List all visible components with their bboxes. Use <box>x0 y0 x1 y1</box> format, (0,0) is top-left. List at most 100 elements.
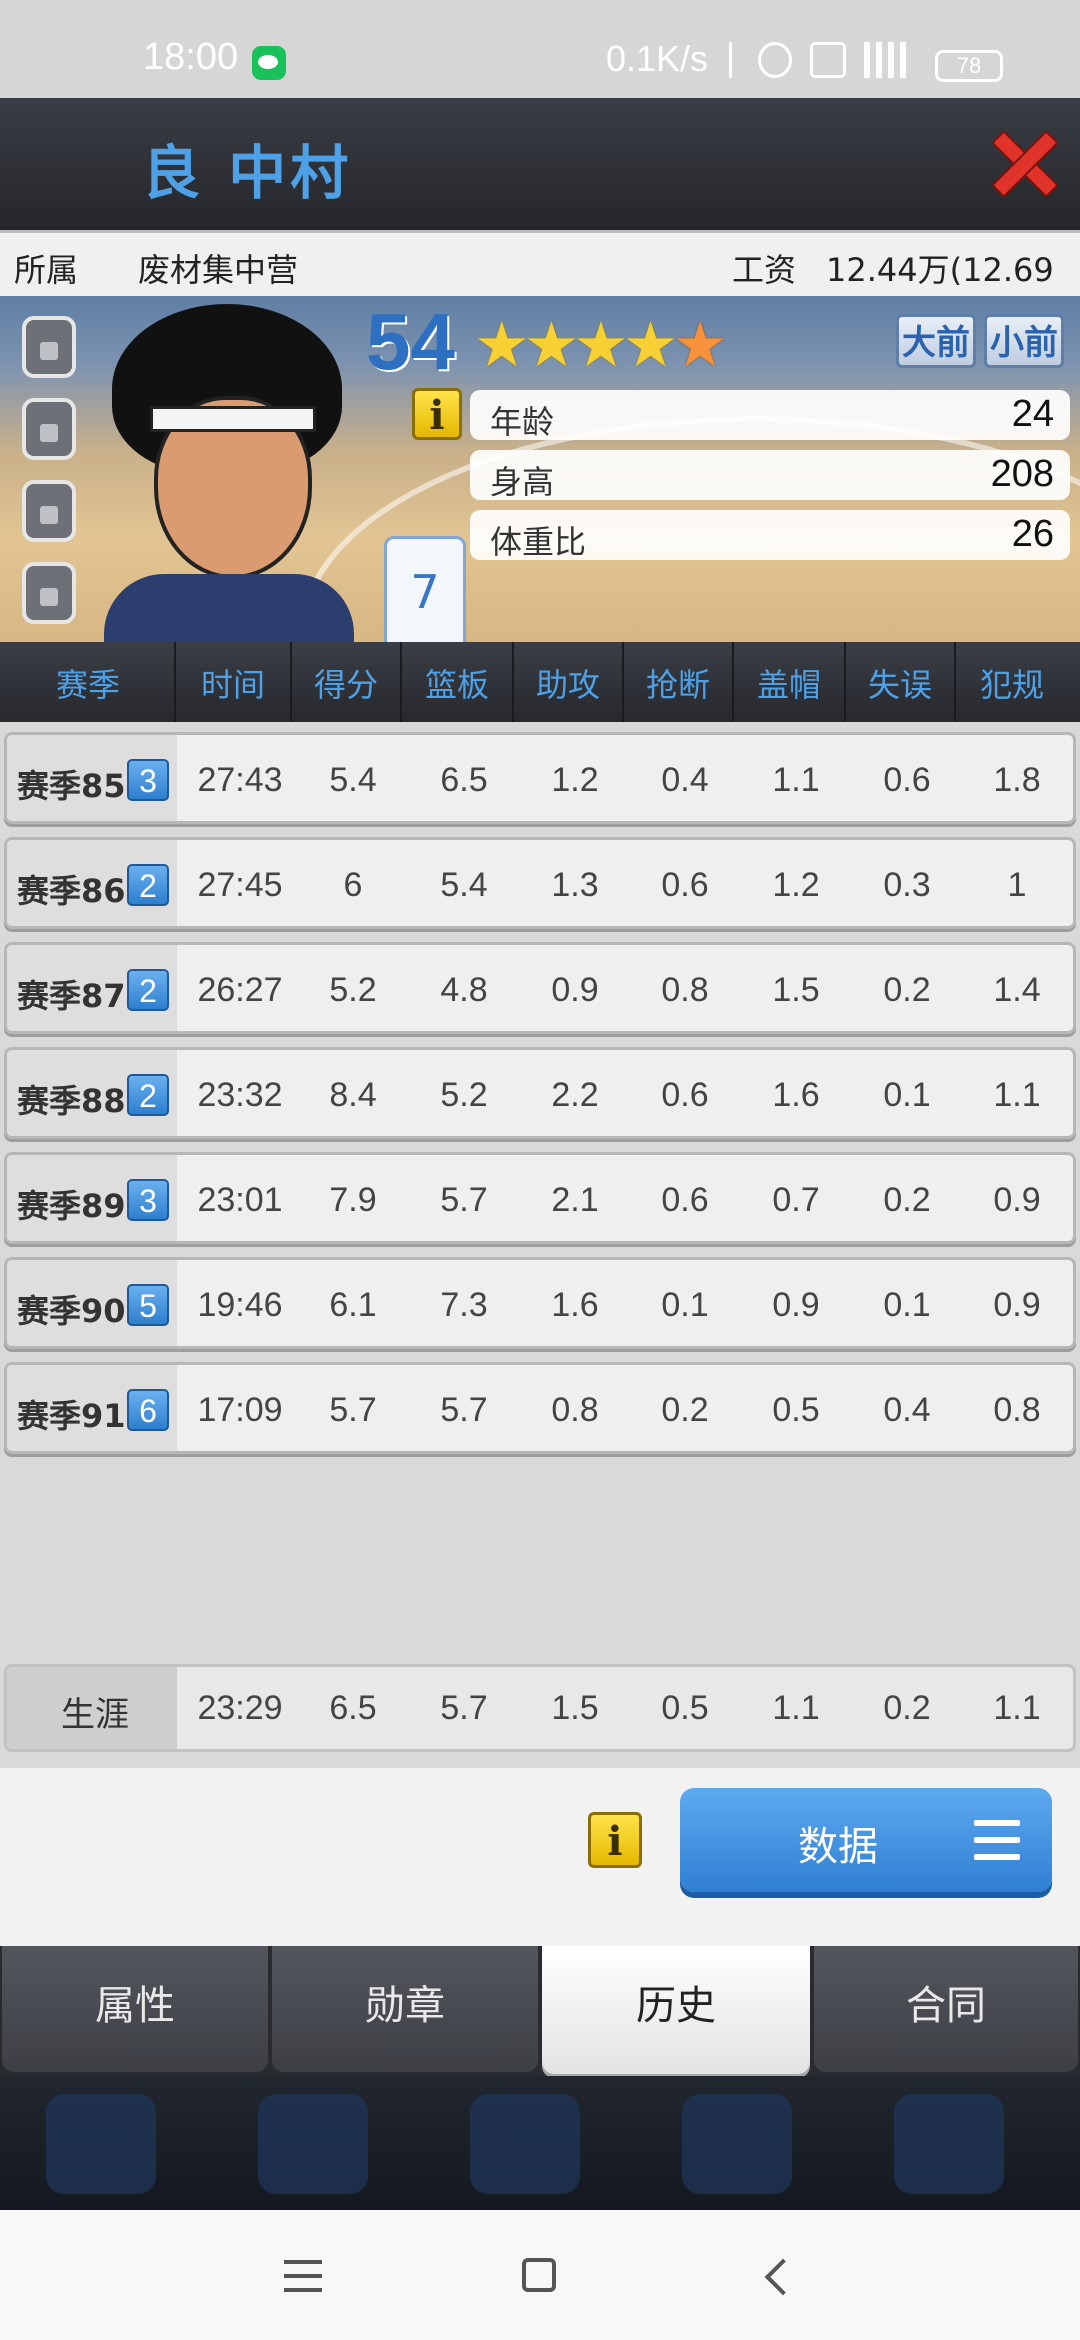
stat-time: 19:46 <box>197 1286 283 1324</box>
info-icon[interactable]: i <box>588 1812 642 1868</box>
back-icon[interactable] <box>764 2258 802 2296</box>
salary-label: 工资 <box>732 251 797 289</box>
header-bar: 良 中村 <box>0 98 1080 230</box>
stat-rebounds: 7.3 <box>440 1286 488 1324</box>
table-row[interactable]: 赛季90 5 19:46 6.1 7.3 1.6 0.1 0.9 0.1 0.9 <box>4 1257 1076 1349</box>
season-label: 赛季91 <box>17 1397 126 1435</box>
table-row[interactable]: 赛季86 2 27:45 6 5.4 1.3 0.6 1.2 0.3 1 <box>4 837 1076 929</box>
stat-steals: 0.6 <box>661 866 709 904</box>
signal-icon <box>864 42 908 78</box>
stat-rebounds: 5.7 <box>440 1391 488 1429</box>
table-row[interactable]: 赛季88 2 23:32 8.4 5.2 2.2 0.6 1.6 0.1 1.1 <box>4 1047 1076 1139</box>
stat-assists: 2.1 <box>551 1181 599 1219</box>
player-name: 良 中村 <box>142 139 353 207</box>
stat-blocks: 1.1 <box>772 761 820 799</box>
attr-value: 26 <box>1011 513 1054 555</box>
alarm-icon <box>758 42 792 78</box>
stat-points: 6 <box>343 866 363 904</box>
stat-time: 17:09 <box>197 1391 283 1429</box>
career-blocks: 1.1 <box>772 1689 820 1727</box>
hd-icon <box>810 42 846 78</box>
season-badge: 3 <box>127 759 169 801</box>
season-badge: 2 <box>127 1074 169 1116</box>
wechat-icon <box>252 46 286 80</box>
stat-turnovers: 0.3 <box>883 866 931 904</box>
stat-assists: 0.9 <box>551 971 599 1009</box>
season-label: 赛季87 <box>17 977 126 1015</box>
lock-icon[interactable] <box>22 398 76 460</box>
stat-assists: 1.3 <box>551 866 599 904</box>
career-steals: 0.5 <box>661 1689 709 1727</box>
player-card: 7 54 ★★★★★ 大前 小前 i 年龄 24 身高 208 体重比 26 <box>0 296 1080 642</box>
stat-points: 7.9 <box>329 1181 377 1219</box>
stat-assists: 1.2 <box>551 761 599 799</box>
stat-fouls: 1.8 <box>993 761 1041 799</box>
table-row[interactable]: 赛季87 2 26:27 5.2 4.8 0.9 0.8 1.5 0.2 1.4 <box>4 942 1076 1034</box>
stat-fouls: 1.4 <box>993 971 1041 1009</box>
attr-row-height: 身高 208 <box>470 450 1070 501</box>
stat-time: 23:32 <box>197 1076 283 1114</box>
menu-icon <box>974 1820 1020 1860</box>
stat-fouls: 1 <box>1007 866 1027 904</box>
tab-badges[interactable]: 勋章 <box>272 1946 538 2072</box>
stat-blocks: 1.5 <box>772 971 820 1009</box>
stat-turnovers: 0.1 <box>883 1076 931 1114</box>
season-label: 赛季89 <box>17 1187 126 1225</box>
lock-icon[interactable] <box>22 316 76 378</box>
position-button-sf[interactable]: 小前 <box>984 314 1064 368</box>
stat-steals: 0.4 <box>661 761 709 799</box>
stat-assists: 2.2 <box>551 1076 599 1114</box>
stat-steals: 0.1 <box>661 1286 709 1324</box>
season-badge: 3 <box>127 1179 169 1221</box>
stat-points: 5.7 <box>329 1391 377 1429</box>
data-button[interactable]: 数据 <box>680 1788 1052 1892</box>
star-rating: ★★★★★ <box>474 308 728 381</box>
data-button-label: 数据 <box>798 1824 878 1870</box>
home-icon[interactable] <box>522 2258 556 2292</box>
stat-blocks: 1.6 <box>772 1076 820 1114</box>
stat-points: 6.1 <box>329 1286 377 1324</box>
tab-contract[interactable]: 合同 <box>814 1946 1078 2072</box>
season-label: 赛季88 <box>17 1082 126 1120</box>
stat-time: 27:45 <box>197 866 283 904</box>
star-icon: ★ <box>672 308 728 381</box>
position-button-pf[interactable]: 大前 <box>896 314 976 368</box>
menu-icon[interactable] <box>284 2260 322 2292</box>
table-row[interactable]: 赛季89 3 23:01 7.9 5.7 2.1 0.6 0.7 0.2 0.9 <box>4 1152 1076 1244</box>
dock-icon <box>470 2094 580 2194</box>
attr-value: 208 <box>990 453 1054 495</box>
season-label: 赛季90 <box>17 1292 126 1330</box>
stat-points: 8.4 <box>329 1076 377 1114</box>
lock-icon[interactable] <box>22 562 76 624</box>
stat-rebounds: 5.7 <box>440 1181 488 1219</box>
column-header-turnovers: 失误 <box>867 666 932 704</box>
bottom-tabs: 属性 勋章 历史 合同 <box>0 1946 1080 2076</box>
column-header-time: 时间 <box>200 666 265 704</box>
column-header-rebounds: 篮板 <box>424 666 489 704</box>
stat-blocks: 0.5 <box>772 1391 820 1429</box>
attr-label: 身高 <box>490 463 555 501</box>
tab-history[interactable]: 历史 <box>542 1946 810 2074</box>
system-nav-bar <box>0 2210 1080 2340</box>
stat-rebounds: 5.2 <box>440 1076 488 1114</box>
stat-rebounds: 5.4 <box>440 866 488 904</box>
lock-icon[interactable] <box>22 480 76 542</box>
dock-icon <box>894 2094 1004 2194</box>
stat-time: 26:27 <box>197 971 283 1009</box>
season-badge: 2 <box>127 969 169 1011</box>
close-icon[interactable] <box>990 128 1056 194</box>
stat-fouls: 0.8 <box>993 1391 1041 1429</box>
tab-attributes[interactable]: 属性 <box>2 1946 268 2072</box>
stat-steals: 0.8 <box>661 971 709 1009</box>
stat-time: 27:43 <box>197 761 283 799</box>
column-header-fouls: 犯规 <box>979 666 1044 704</box>
stat-points: 5.4 <box>329 761 377 799</box>
table-row[interactable]: 赛季91 6 17:09 5.7 5.7 0.8 0.2 0.5 0.4 0.8 <box>4 1362 1076 1454</box>
star-icon: ★★★★ <box>474 308 678 381</box>
status-icons <box>718 42 958 82</box>
info-icon[interactable]: i <box>412 388 462 440</box>
bluetooth-icon <box>718 42 732 78</box>
table-row[interactable]: 赛季85 3 27:43 5.4 6.5 1.2 0.4 1.1 0.6 1.8 <box>4 732 1076 824</box>
attr-row-age: 年龄 24 <box>470 390 1070 441</box>
column-header-assists: 助攻 <box>535 666 600 704</box>
